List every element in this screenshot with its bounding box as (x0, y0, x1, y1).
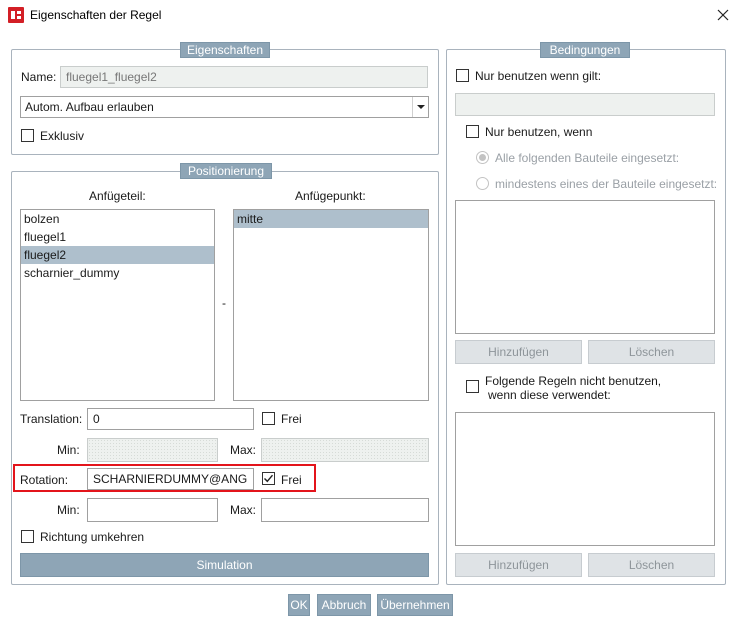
rotation-frei-label: Frei (281, 473, 302, 487)
list-item-selected[interactable]: fluegel2 (21, 246, 214, 264)
radio-alle[interactable] (476, 151, 489, 164)
rotation-input[interactable]: SCHARNIERDUMMY@ANG (87, 468, 254, 490)
translation-input[interactable]: 0 (87, 408, 254, 430)
rotation-frei-checkbox[interactable] (262, 472, 275, 485)
app-logo-icon (8, 7, 24, 23)
folgende-checkbox[interactable] (466, 380, 479, 393)
window-title: Eigenschaften der Regel (30, 8, 162, 22)
title-bar: Eigenschaften der Regel (0, 0, 740, 30)
uebernehmen-button[interactable]: Übernehmen (377, 594, 453, 616)
translation-max-input[interactable] (261, 438, 429, 462)
ok-button[interactable]: OK (288, 594, 310, 616)
richtung-label: Richtung umkehren (40, 530, 145, 544)
list-item[interactable]: bolzen (21, 210, 214, 228)
rotation-max-label: Max: (230, 503, 257, 517)
bedingungen-legend: Bedingungen (540, 42, 630, 58)
list-item[interactable]: fluegel1 (21, 228, 214, 246)
list-separator: - (222, 296, 226, 310)
simulation-button[interactable]: Simulation (20, 553, 429, 577)
rotation-max-input[interactable] (261, 498, 429, 522)
aufbau-dropdown[interactable]: Autom. Aufbau erlauben (20, 96, 429, 118)
exklusiv-checkbox[interactable] (21, 129, 34, 142)
chevron-down-icon[interactable] (412, 97, 428, 117)
rotation-label: Rotation: (20, 473, 69, 487)
translation-frei-checkbox[interactable] (262, 412, 275, 425)
nur-gilt-label: Nur benutzen wenn gilt: (475, 69, 602, 83)
translation-label: Translation: (20, 412, 83, 426)
regeln-list[interactable] (455, 412, 715, 546)
rotation-min-label: Min: (57, 503, 80, 517)
richtung-checkbox[interactable] (21, 530, 34, 543)
hinzufuegen-button[interactable]: Hinzufügen (455, 340, 582, 364)
name-label: Name: (21, 70, 57, 84)
anfuegepunkt-label: Anfügepunkt: (295, 189, 366, 203)
bauteile-list[interactable] (455, 200, 715, 334)
folgende-label-line2: wenn diese verwendet: (488, 388, 611, 402)
hinzufuegen-regel-button[interactable]: Hinzufügen (455, 553, 582, 577)
name-field[interactable]: fluegel1_fluegel2 (60, 66, 428, 88)
eigenschaften-legend: Eigenschaften (180, 42, 270, 58)
list-item[interactable]: scharnier_dummy (21, 264, 214, 282)
loeschen-regel-button[interactable]: Löschen (588, 553, 715, 577)
translation-min-input[interactable] (87, 438, 218, 462)
nur-gilt-checkbox[interactable] (456, 69, 469, 82)
radio-mindestens[interactable] (476, 177, 489, 190)
list-item-selected[interactable]: mitte (234, 210, 428, 228)
abbruch-button[interactable]: Abbruch (317, 594, 371, 616)
nur-wenn-label: Nur benutzen, wenn (485, 125, 593, 139)
exklusiv-label: Exklusiv (40, 129, 85, 143)
dropdown-value: Autom. Aufbau erlauben (25, 100, 154, 114)
rotation-min-input[interactable] (87, 498, 218, 522)
nur-wenn-checkbox[interactable] (466, 125, 479, 138)
positionierung-legend: Positionierung (180, 163, 272, 179)
checkmark-icon (264, 474, 274, 483)
translation-min-label: Min: (57, 443, 80, 457)
radio-mindestens-label: mindestens eines der Bauteile eingesetzt… (495, 177, 718, 191)
translation-frei-label: Frei (281, 412, 302, 426)
folgende-label-line1: Folgende Regeln nicht benutzen, (485, 374, 662, 388)
condition-input[interactable] (455, 93, 715, 116)
translation-max-label: Max: (230, 443, 257, 457)
radio-alle-label: Alle folgenden Bauteile eingesetzt: (495, 151, 680, 165)
close-icon[interactable] (712, 4, 734, 26)
anfuegeteil-label: Anfügeteil: (89, 189, 146, 203)
anfuegepunkt-list[interactable]: mitte (233, 209, 429, 401)
anfuegeteil-list[interactable]: bolzen fluegel1 fluegel2 scharnier_dummy (20, 209, 215, 401)
loeschen-button[interactable]: Löschen (588, 340, 715, 364)
